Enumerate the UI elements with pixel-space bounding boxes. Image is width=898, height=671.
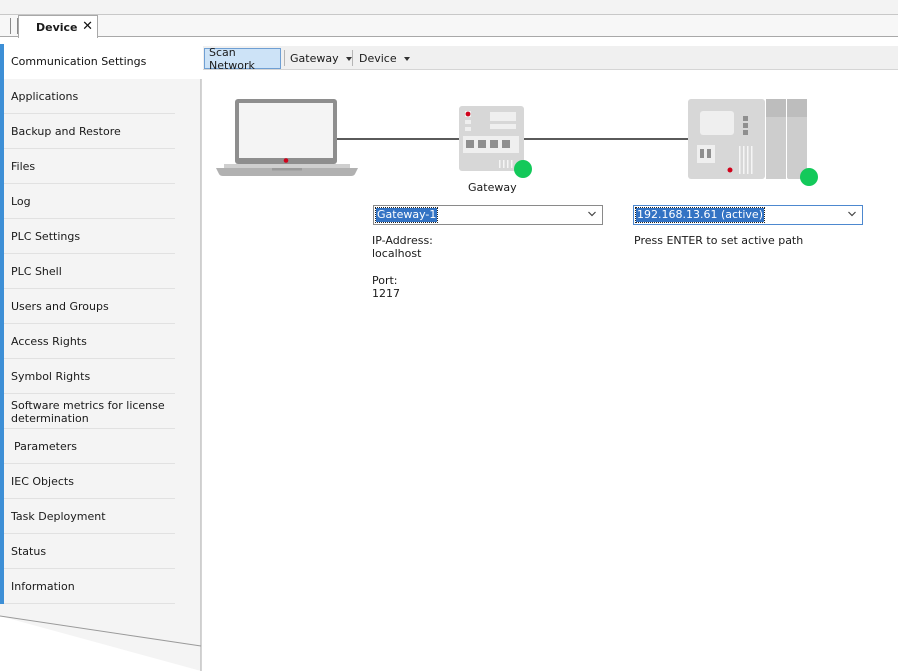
chevron-down-icon bbox=[588, 211, 596, 217]
sidebar-item-accent bbox=[0, 114, 4, 149]
tab-grip-icon[interactable] bbox=[10, 18, 18, 34]
sidebar-item-parameters[interactable]: Parameters bbox=[0, 429, 202, 464]
sidebar-item-files[interactable]: Files bbox=[0, 149, 202, 184]
scan-network-button[interactable]: Scan Network bbox=[204, 45, 281, 72]
sidebar-item-task-deployment[interactable]: Task Deployment bbox=[0, 499, 202, 534]
sidebar-item-accent bbox=[0, 569, 4, 604]
device-path-hint: Press ENTER to set active path bbox=[634, 234, 804, 247]
sidebar-item-label: Access Rights bbox=[11, 335, 87, 348]
gateway-ip-label: IP-Address: bbox=[372, 234, 433, 247]
sidebar-item-accent bbox=[0, 464, 4, 499]
sidebar-item-plc-shell[interactable]: PLC Shell bbox=[0, 254, 202, 289]
sidebar-item-label: Communication Settings bbox=[11, 55, 147, 68]
sidebar-item-label: Symbol Rights bbox=[11, 370, 91, 383]
connection-line-gateway-device bbox=[523, 138, 689, 140]
laptop-icon[interactable] bbox=[216, 98, 358, 180]
sidebar-item-accent bbox=[0, 44, 4, 79]
sidebar-item-label: Information bbox=[11, 580, 75, 593]
sidebar-item-accent bbox=[0, 359, 4, 394]
sidebar-item-software-metrics-for-license-determination[interactable]: Software metrics for license determinati… bbox=[0, 394, 202, 429]
toolbar-separator bbox=[284, 50, 285, 66]
sidebar-item-status[interactable]: Status bbox=[0, 534, 202, 569]
device-menu-button[interactable]: Device bbox=[355, 48, 414, 69]
settings-sidebar: Communication Settings Applications Backup… bbox=[0, 44, 203, 671]
device-select-value: 192.168.13.61 (active) bbox=[635, 207, 765, 223]
sidebar-item-label: Status bbox=[11, 545, 47, 558]
caret-down-icon bbox=[403, 57, 410, 61]
sidebar-item-accent bbox=[0, 289, 4, 324]
scan-network-label: Scan Network bbox=[209, 45, 255, 72]
sidebar-item-label: Task Deployment bbox=[11, 510, 106, 523]
sidebar-item-label: Parameters bbox=[14, 440, 77, 453]
sidebar-item-accent bbox=[0, 429, 4, 464]
gateway-caption: Gateway bbox=[468, 181, 517, 194]
sidebar-item-information[interactable]: Information bbox=[0, 569, 202, 604]
sidebar-item-accent bbox=[0, 499, 4, 534]
sidebar-item-accent bbox=[0, 394, 4, 429]
device-status-icon bbox=[800, 168, 818, 186]
sidebar-item-label: Users and Groups bbox=[11, 300, 109, 313]
gateway-ip-value: localhost bbox=[372, 247, 422, 260]
window-top-strip bbox=[0, 0, 898, 15]
gateway-device-icon[interactable] bbox=[457, 105, 537, 181]
gateway-menu-button[interactable]: Gateway bbox=[286, 48, 356, 69]
sidebar-item-accent bbox=[0, 534, 4, 569]
sidebar-item-accent bbox=[0, 79, 4, 114]
sidebar-item-accent bbox=[0, 324, 4, 359]
chevron-down-icon bbox=[848, 211, 856, 217]
sidebar-item-divider bbox=[4, 603, 175, 604]
sidebar-item-log[interactable]: Log bbox=[0, 184, 202, 219]
sidebar-item-accent bbox=[0, 219, 4, 254]
sidebar-item-accent bbox=[0, 184, 4, 219]
plc-device-icon[interactable] bbox=[687, 98, 823, 188]
device-menu-label: Device bbox=[359, 52, 397, 65]
sidebar-item-communication-settings[interactable]: Communication Settings bbox=[0, 44, 203, 79]
sidebar-item-access-rights[interactable]: Access Rights bbox=[0, 324, 202, 359]
gateway-port-value: 1217 bbox=[372, 287, 400, 300]
sidebar-item-plc-settings[interactable]: PLC Settings bbox=[0, 219, 202, 254]
device-select[interactable]: 192.168.13.61 (active) bbox=[633, 205, 863, 225]
sidebar-item-label: IEC Objects bbox=[11, 475, 74, 488]
sidebar-items: Communication Settings Applications Backup… bbox=[0, 44, 203, 604]
toolbar-separator bbox=[352, 50, 353, 66]
communication-settings-panel: Gateway Gateway-1 192.168.13.61 (active) bbox=[203, 71, 898, 671]
communication-toolbar: Scan Network Gateway Device bbox=[202, 45, 898, 72]
sidebar-item-label: Applications bbox=[11, 90, 79, 103]
sidebar-item-users-and-groups[interactable]: Users and Groups bbox=[0, 289, 202, 324]
sidebar-item-label: PLC Settings bbox=[11, 230, 81, 243]
gateway-select-value: Gateway-1 bbox=[374, 207, 439, 223]
sidebar-item-label: PLC Shell bbox=[11, 265, 62, 278]
tab-device-label: Device bbox=[36, 20, 78, 34]
gateway-status-icon bbox=[514, 160, 532, 178]
sidebar-item-label: Files bbox=[11, 160, 36, 173]
document-tab-bar bbox=[0, 15, 898, 37]
sidebar-item-applications[interactable]: Applications bbox=[0, 79, 202, 114]
tab-device[interactable]: Device ✕ bbox=[18, 15, 98, 38]
sidebar-item-accent bbox=[0, 254, 4, 289]
caret-down-icon bbox=[345, 57, 352, 61]
sidebar-item-symbol-rights[interactable]: Symbol Rights bbox=[0, 359, 202, 394]
sidebar-item-iec-objects[interactable]: IEC Objects bbox=[0, 464, 202, 499]
sidebar-item-label: Backup and Restore bbox=[11, 125, 121, 138]
gateway-menu-label: Gateway bbox=[290, 52, 339, 65]
gateway-select[interactable]: Gateway-1 bbox=[373, 205, 603, 225]
close-icon[interactable]: ✕ bbox=[82, 19, 93, 35]
sidebar-item-backup-and-restore[interactable]: Backup and Restore bbox=[0, 114, 202, 149]
sidebar-item-label: Software metrics for license determinati… bbox=[11, 398, 165, 425]
sidebar-item-accent bbox=[0, 149, 4, 184]
gateway-port-label: Port: bbox=[372, 274, 398, 287]
sidebar-item-label: Log bbox=[11, 195, 31, 208]
